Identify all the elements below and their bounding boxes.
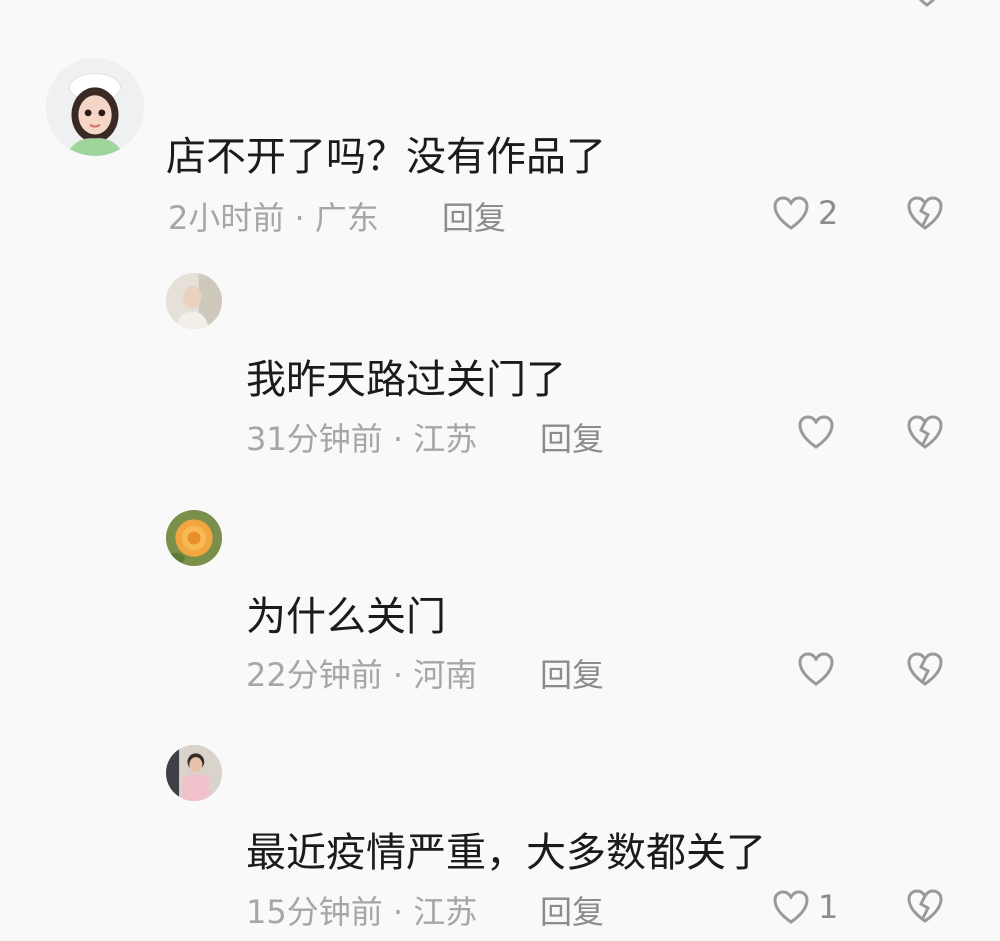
comment-location: 江苏: [413, 420, 478, 458]
dislike-button[interactable]: [906, 651, 944, 687]
dislike-button[interactable]: [906, 888, 944, 924]
avatar[interactable]: [166, 745, 222, 801]
comment-meta: 22分钟前 · 河南: [246, 650, 477, 696]
dislike-button[interactable]: [906, 195, 944, 231]
comment-location: 河南: [413, 656, 478, 694]
comment-time: 22分钟前: [246, 656, 383, 694]
avatar[interactable]: [166, 510, 222, 566]
like-count: 2: [818, 194, 839, 232]
avatar[interactable]: [46, 58, 144, 156]
broken-heart-icon: [907, 652, 943, 686]
like-count: 1: [818, 888, 839, 926]
broken-heart-icon: [907, 415, 943, 449]
comment-meta: 31分钟前 · 江苏: [246, 414, 477, 460]
reply-button[interactable]: 回复: [540, 887, 604, 933]
meta-separator: ·: [382, 656, 414, 694]
comment-meta: 2小时前 · 广东: [168, 193, 379, 239]
dislike-button[interactable]: [906, 414, 944, 450]
meta-separator: ·: [382, 893, 414, 931]
meta-separator: ·: [284, 199, 315, 237]
boy-photo-avatar-icon: [166, 745, 222, 801]
comment-time: 15分钟前: [246, 893, 383, 931]
meta-separator: ·: [382, 420, 414, 458]
comment-text: 最近疫情严重，大多数都关了: [246, 830, 766, 876]
portrait-photo-avatar-icon: [166, 273, 222, 329]
like-button[interactable]: [797, 414, 843, 450]
broken-heart-icon: [907, 196, 943, 230]
comment-location: 江苏: [413, 893, 478, 931]
reply-button[interactable]: 回复: [540, 650, 604, 696]
orange-rose-avatar-icon: [166, 510, 222, 566]
like-button[interactable]: 2: [772, 194, 838, 232]
heart-icon: [798, 415, 834, 449]
comment-time: 2小时前: [168, 199, 285, 237]
heart-icon: [773, 196, 809, 230]
heart-icon: [798, 652, 834, 686]
comment-time: 31分钟前: [246, 420, 383, 458]
reply-button[interactable]: 回复: [442, 193, 506, 239]
like-button[interactable]: 1: [772, 888, 838, 926]
heart-icon: [773, 890, 809, 924]
avatar[interactable]: [166, 273, 222, 329]
dislike-icon-partial[interactable]: [912, 0, 942, 12]
broken-heart-icon: [907, 889, 943, 923]
like-button[interactable]: [797, 651, 843, 687]
chef-girl-avatar-icon: [46, 58, 144, 156]
reply-button[interactable]: 回复: [540, 414, 604, 460]
comment-text: 我昨天路过关门了: [246, 357, 566, 403]
comment-text: 店不开了吗？没有作品了: [166, 134, 606, 180]
comment-meta: 15分钟前 · 江苏: [246, 887, 477, 933]
comment-text: 为什么关门: [246, 594, 446, 640]
comment-location: 广东: [314, 199, 379, 237]
